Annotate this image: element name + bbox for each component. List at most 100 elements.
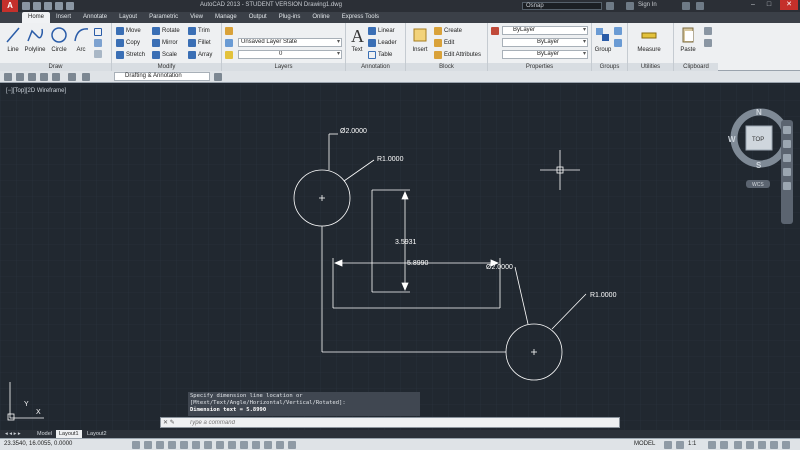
rotate-tool[interactable]: Rotate	[152, 26, 180, 35]
tab-model[interactable]: Model	[34, 430, 55, 438]
drawing-area[interactable]: Ø2.0000 R1.0000 3.5931 5.8990 Ø2.0000 R1…	[0, 84, 800, 430]
tab-insert[interactable]: Insert	[50, 12, 77, 23]
layer-state-dropdown[interactable]: Unsaved Layer State	[238, 38, 342, 47]
binoculars-icon[interactable]	[606, 2, 614, 10]
quick-view-layouts-icon[interactable]	[664, 441, 672, 449]
tab-layout2[interactable]: Layout2	[84, 430, 110, 438]
properties-panel-title[interactable]: Properties	[488, 63, 591, 71]
tab-annotate[interactable]: Annotate	[77, 12, 113, 23]
text-tool[interactable]: A Text	[347, 25, 367, 53]
tab-nav-arrows[interactable]: ◂ ◂ ▸ ▸	[2, 430, 24, 438]
compass-s[interactable]: S	[756, 161, 762, 170]
hatch-tool[interactable]	[94, 38, 102, 47]
block-panel-title[interactable]: Block	[406, 63, 487, 71]
hardware-acceleration-icon[interactable]	[758, 441, 766, 449]
steering-wheel-icon[interactable]	[783, 126, 791, 134]
group-edit-tool[interactable]	[614, 38, 622, 47]
minimize-button[interactable]: –	[746, 0, 760, 10]
circle-tool[interactable]: Circle	[48, 25, 70, 53]
linetype-dropdown[interactable]: ByLayer	[502, 38, 588, 47]
groups-panel-title[interactable]: Groups	[592, 63, 627, 71]
pan-icon[interactable]	[783, 140, 791, 148]
redo-arrow-icon[interactable]	[82, 73, 90, 81]
annotation-scale[interactable]: 1:1	[688, 441, 696, 447]
workspace-arrow-icon[interactable]	[214, 73, 222, 81]
copy-tool[interactable]: Copy	[116, 38, 140, 47]
move-tool[interactable]: Move	[116, 26, 141, 35]
stretch-tool[interactable]: Stretch	[116, 50, 145, 59]
rectangle-tool[interactable]	[94, 27, 102, 36]
selection-cycling-icon[interactable]	[288, 441, 296, 449]
utilities-panel-title[interactable]: Utilities	[628, 63, 673, 71]
isolate-objects-icon[interactable]	[770, 441, 778, 449]
undo-arrow-icon[interactable]	[68, 73, 76, 81]
line-tool[interactable]: Line	[2, 25, 24, 53]
new-file-icon[interactable]	[4, 73, 12, 81]
plot-icon[interactable]	[52, 73, 60, 81]
insert-tool[interactable]: Insert	[408, 25, 432, 53]
compass-w[interactable]: W	[728, 135, 736, 144]
new-icon[interactable]	[22, 2, 30, 10]
model-space-toggle[interactable]: MODEL	[634, 441, 655, 447]
arc-tool[interactable]: Arc	[70, 25, 92, 53]
array-tool[interactable]: Array	[188, 50, 212, 59]
save-file-icon[interactable]	[28, 73, 36, 81]
table-tool[interactable]: Table	[368, 50, 392, 59]
undo-icon[interactable]	[55, 2, 63, 10]
sign-in-link[interactable]: Sign In	[638, 2, 657, 8]
color-dropdown[interactable]: ByLayer	[502, 26, 588, 35]
match-properties-tool[interactable]	[491, 26, 499, 35]
open-file-icon[interactable]	[16, 73, 24, 81]
group-tool[interactable]: Group	[593, 25, 613, 53]
search-input[interactable]: Osnap	[522, 2, 602, 10]
open-icon[interactable]	[33, 2, 41, 10]
snap-mode-icon[interactable]	[144, 441, 152, 449]
create-block-tool[interactable]: Create	[434, 26, 462, 35]
maximize-button[interactable]: □	[762, 0, 776, 10]
current-layer-dropdown[interactable]: 0	[238, 50, 342, 59]
orbit-icon[interactable]	[783, 168, 791, 176]
quick-view-drawings-icon[interactable]	[676, 441, 684, 449]
command-input[interactable]	[189, 419, 609, 427]
object-snap-tracking-icon[interactable]	[216, 441, 224, 449]
fillet-tool[interactable]: Fillet	[188, 38, 211, 47]
auto-scale-icon[interactable]	[720, 441, 728, 449]
tab-layout1[interactable]: Layout1	[56, 430, 82, 438]
save-as-icon[interactable]	[40, 73, 48, 81]
edit-attributes-tool[interactable]: Edit Attributes	[434, 50, 481, 59]
application-menu-button[interactable]: A	[2, 0, 18, 12]
trim-tool[interactable]: Trim	[188, 26, 210, 35]
layers-panel-title[interactable]: Layers	[222, 63, 345, 71]
tab-layout[interactable]: Layout	[113, 12, 143, 23]
3d-object-snap-icon[interactable]	[204, 441, 212, 449]
clipboard-panel-title[interactable]: Clipboard	[674, 63, 718, 71]
transparency-icon[interactable]	[264, 441, 272, 449]
lineweight-dropdown[interactable]: ByLayer	[502, 50, 588, 59]
lock-icon[interactable]	[746, 441, 754, 449]
linear-dimension-tool[interactable]: Linear	[368, 26, 395, 35]
coordinates-readout[interactable]: 23.3540, 16.0055, 0.0000	[4, 441, 72, 447]
ortho-mode-icon[interactable]	[168, 441, 176, 449]
polyline-tool[interactable]: Polyline	[24, 25, 46, 53]
tab-manage[interactable]: Manage	[209, 12, 243, 23]
edit-block-tool[interactable]: Edit	[434, 38, 454, 47]
exchange-icon[interactable]	[682, 2, 690, 10]
showmotion-icon[interactable]	[783, 182, 791, 190]
draw-panel-title[interactable]: Draw	[0, 63, 111, 71]
modify-panel-title[interactable]: Modify	[112, 63, 221, 71]
help-icon[interactable]	[696, 2, 704, 10]
tab-express-tools[interactable]: Express Tools	[336, 12, 385, 23]
tab-output[interactable]: Output	[243, 12, 273, 23]
user-icon[interactable]	[626, 2, 634, 10]
layer-bulb-tool[interactable]	[225, 50, 233, 59]
copy-clip-tool[interactable]	[704, 38, 712, 47]
annotation-visibility-icon[interactable]	[708, 441, 716, 449]
cut-tool[interactable]	[704, 26, 712, 35]
save-icon[interactable]	[44, 2, 52, 10]
infer-constraints-icon[interactable]	[132, 441, 140, 449]
redo-icon[interactable]	[66, 2, 74, 10]
viewport-controls[interactable]: [−][Top][2D Wireframe]	[6, 88, 66, 94]
command-line-close-icon[interactable]: ✕ ✎	[163, 419, 183, 427]
tab-home[interactable]: Home	[22, 12, 51, 23]
zoom-icon[interactable]	[783, 154, 791, 162]
